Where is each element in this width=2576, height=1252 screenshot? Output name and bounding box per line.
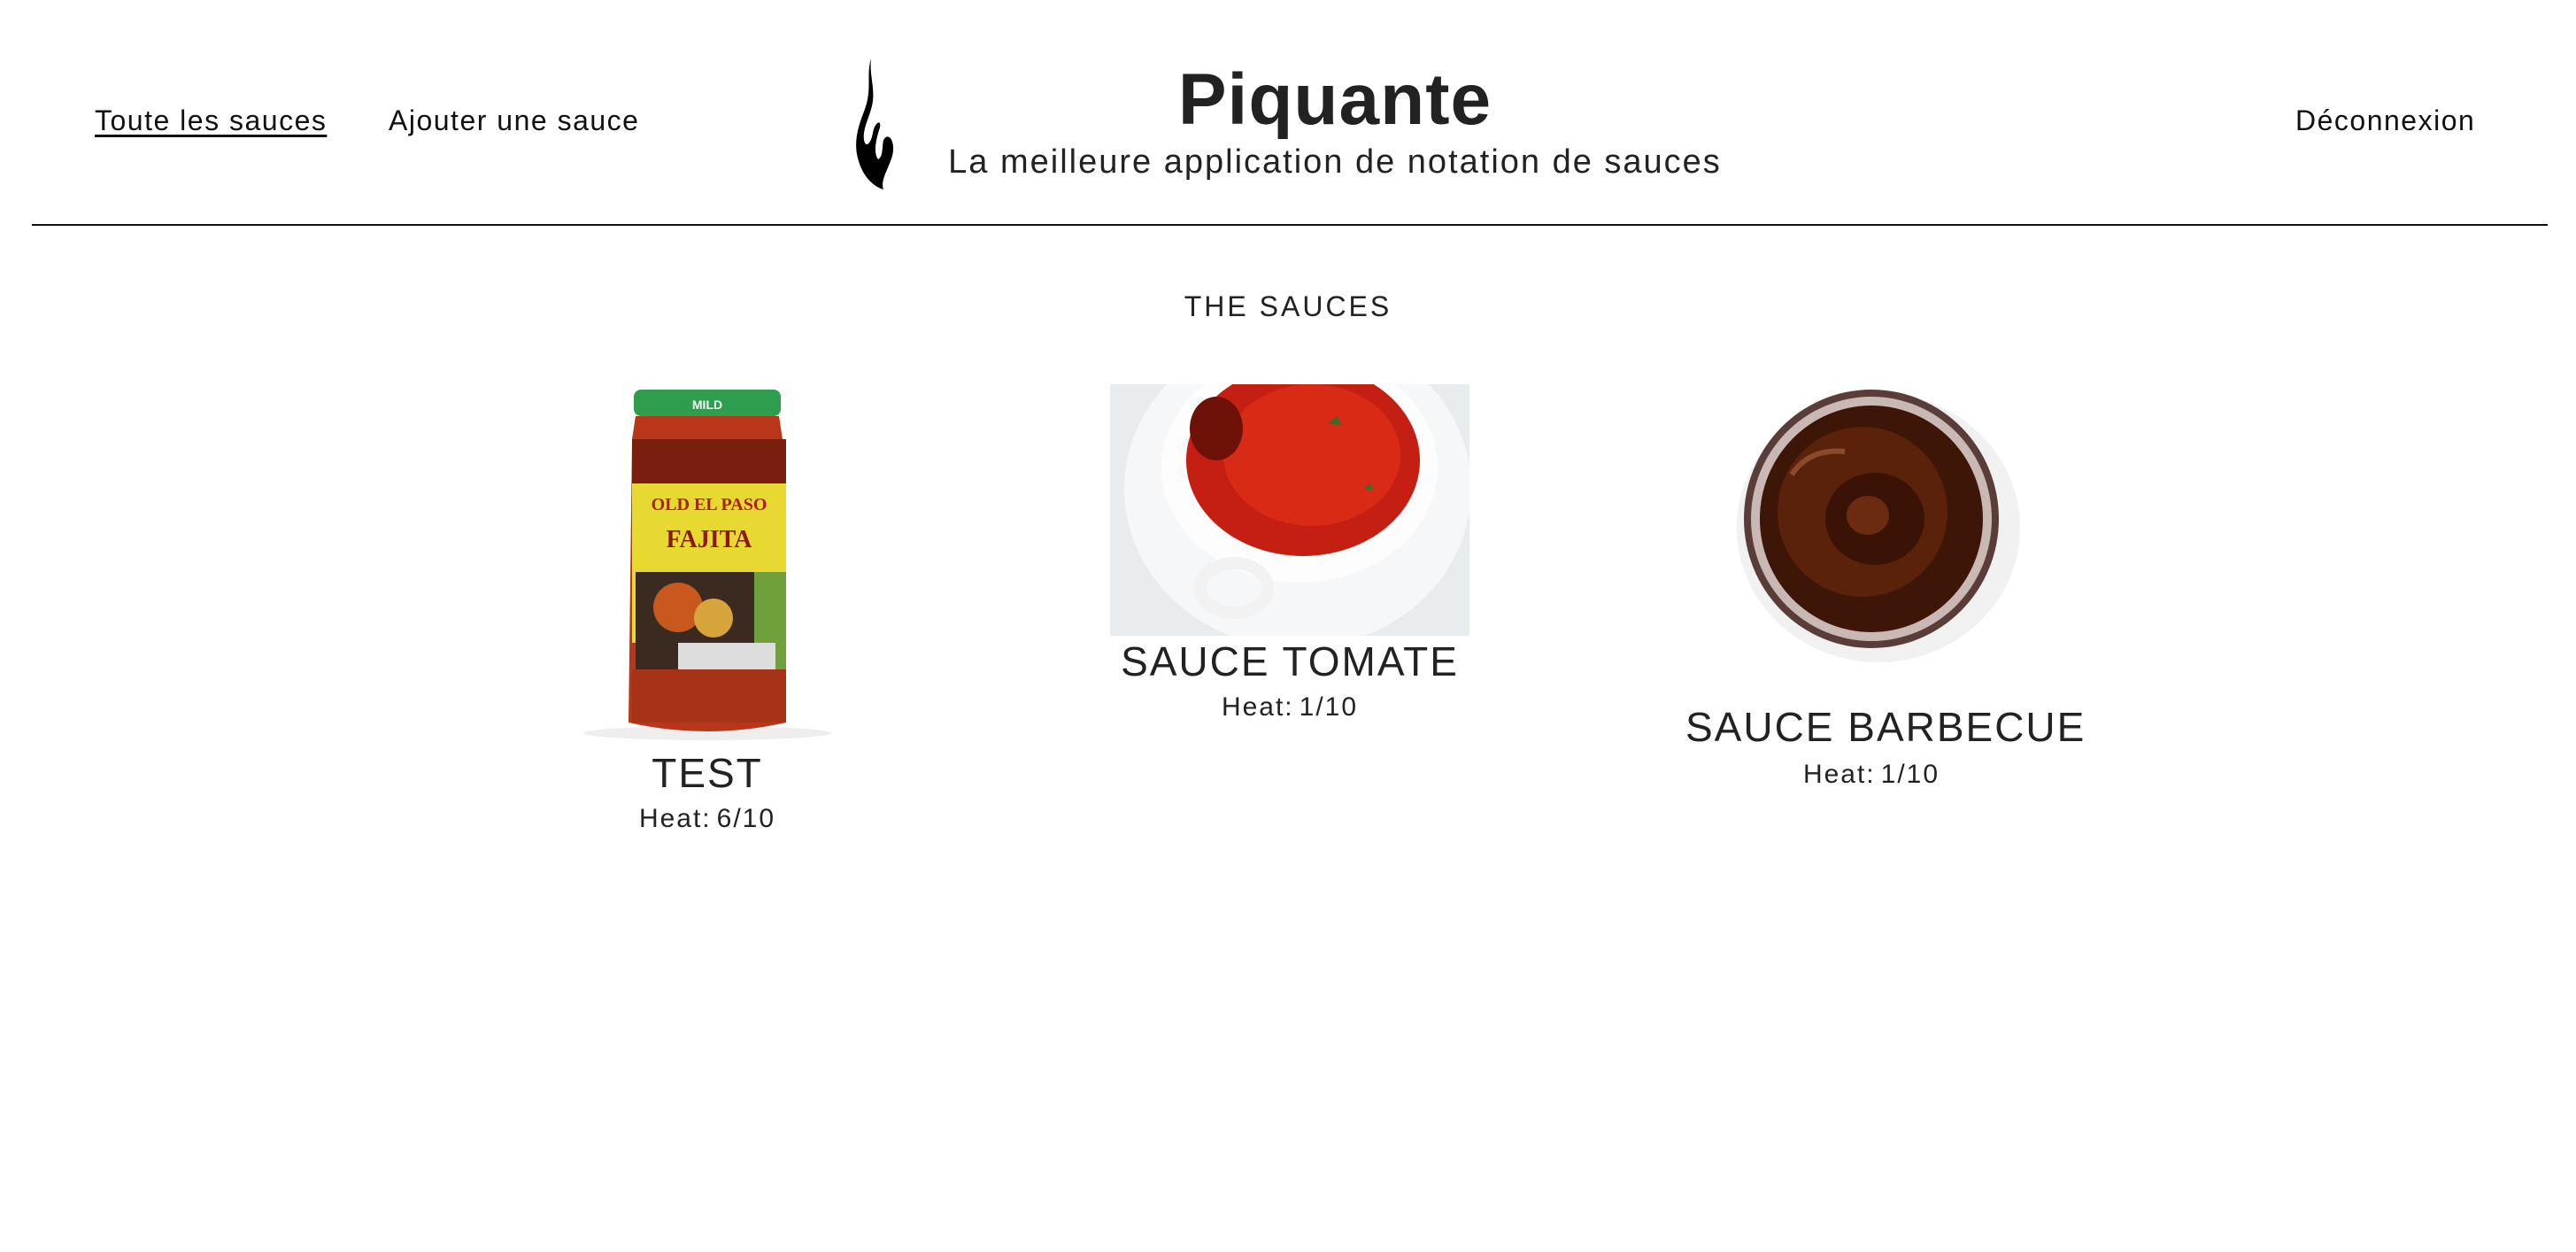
sauce-name: SAUCE TOMATE [1121,638,1459,684]
header-divider [32,224,2548,226]
logout-link[interactable]: Déconnexion [2295,104,2475,137]
heat-value: 1/10 [1299,692,1359,722]
sauce-card[interactable]: SAUCE BARBECUE Heat: 1/10 [1685,386,2086,793]
sauce-heat: Heat: 6/10 [572,806,843,832]
heat-value: 1/10 [1880,760,1940,789]
app-subtitle: La meilleure application de notation de … [948,143,1722,181]
tomato-bowl-image [1110,384,1469,636]
sauce-heat: Heat: 1/10 [1685,761,2057,788]
svg-text:FAJITA: FAJITA [667,526,753,553]
heat-label: Heat: [1221,692,1294,722]
sauce-heat: Heat: 1/10 [1110,694,1469,721]
heat-value: 6/10 [716,804,776,833]
bbq-bowl-image [1737,390,2020,662]
jar-image: MILD OLD EL PASO FAJITA [583,390,831,740]
nav-all-sauces-link[interactable]: Toute les sauces [95,104,327,137]
header: Toute les sauces Ajouter une sauce Piqua… [0,0,2576,227]
svg-text:MILD: MILD [692,398,722,412]
nav-add-sauce-link[interactable]: Ajouter une sauce [389,104,639,137]
flame-icon [856,58,894,189]
heat-label: Heat: [1802,760,1876,789]
sauce-card[interactable]: MILD OLD EL PASO FAJITA TEST Heat: 6/10 [572,386,843,838]
sauce-name: TEST [652,750,763,796]
app-title: Piquante [1177,59,1492,140]
svg-text:OLD EL PASO: OLD EL PASO [652,495,767,514]
sauce-card[interactable]: SAUCE TOMATE Heat: 1/10 [1110,384,1469,730]
heat-label: Heat: [638,804,712,833]
section-title: THE SAUCES [1184,290,1392,322]
sauce-name: SAUCE BARBECUE [1685,704,2086,750]
